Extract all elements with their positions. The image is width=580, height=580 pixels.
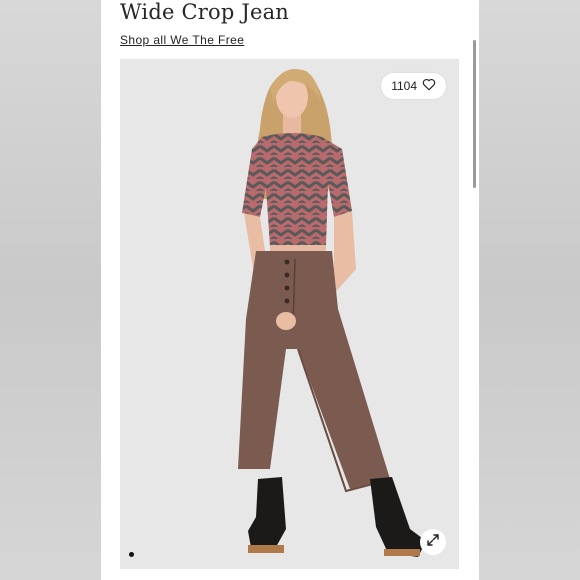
like-button[interactable]: 1104 (381, 73, 446, 99)
carousel-dot[interactable] (129, 552, 134, 557)
background-left (0, 0, 101, 580)
scrollbar[interactable] (473, 40, 476, 188)
like-count: 1104 (391, 79, 417, 93)
product-title: Wide Crop Jean (120, 0, 290, 24)
model-photo (238, 69, 426, 557)
product-panel: Wide Crop Jean Shop all We The Free 1104 (101, 0, 479, 580)
shop-all-link[interactable]: Shop all We The Free (120, 33, 244, 47)
product-image[interactable]: 1104 (120, 59, 459, 569)
background-right (479, 0, 580, 580)
heart-icon (422, 78, 436, 94)
expand-button[interactable] (420, 529, 446, 555)
expand-icon (426, 533, 440, 552)
